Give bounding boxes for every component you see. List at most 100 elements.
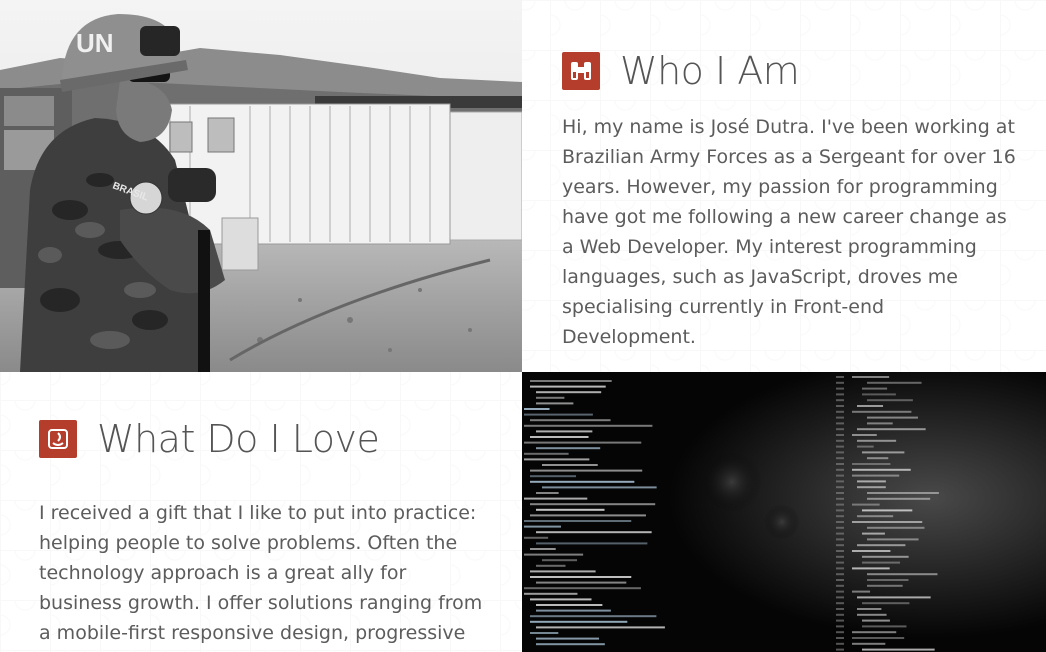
what-do-i-love-text: I received a gift that I like to put int…: [39, 502, 483, 644]
code-line-number: [836, 486, 844, 489]
code-line: [862, 532, 885, 535]
who-i-am-title: Who I Am: [620, 49, 800, 93]
code-line-number: [836, 428, 844, 431]
code-line: [862, 555, 909, 558]
profile-photo: UN BRASIL: [0, 0, 522, 372]
code-line: [536, 626, 665, 629]
code-line: [530, 480, 635, 483]
code-line: [536, 396, 565, 399]
code-line: [862, 619, 890, 622]
code-line-number: [836, 625, 844, 628]
code-line: [862, 387, 888, 390]
code-line-number: [836, 393, 844, 396]
code-line-number: [836, 439, 844, 442]
code-line: [852, 434, 877, 436]
code-screen-image: [522, 372, 1046, 652]
code-line: [524, 536, 549, 539]
code-line-number: [836, 387, 844, 390]
code-line: [524, 452, 569, 455]
code-line: [862, 625, 907, 628]
code-line-number: [836, 596, 844, 599]
code-line-number: [836, 515, 844, 518]
code-line: [536, 637, 600, 640]
code-line: [867, 399, 913, 402]
code-line: [867, 538, 919, 541]
code-line: [524, 520, 632, 522]
code-line: [857, 596, 931, 599]
code-line: [524, 587, 641, 590]
code-line: [524, 424, 653, 427]
code-line: [530, 514, 646, 517]
code-line-number: [836, 631, 844, 634]
code-line-number: [836, 497, 844, 500]
code-line: [536, 643, 605, 646]
code-line: [542, 486, 657, 489]
code-line: [524, 592, 578, 595]
code-line-number: [836, 550, 844, 552]
code-line: [536, 492, 559, 494]
code-line: [536, 564, 566, 567]
code-line: [530, 570, 596, 573]
code-line: [524, 408, 550, 410]
code-line-number: [836, 381, 844, 384]
code-line-number: [836, 468, 844, 471]
code-line-number: [836, 503, 844, 506]
about-grid: UN BRASIL Who I Am Hi, my name is José D…: [0, 0, 1046, 652]
code-line-number: [836, 608, 844, 610]
code-line: [862, 509, 913, 512]
code-line-number: [836, 451, 844, 454]
soldier-photo-illustration: UN BRASIL: [0, 0, 522, 372]
code-line: [536, 542, 648, 545]
code-line-number: [836, 463, 844, 465]
code-line: [857, 544, 906, 547]
code-line: [857, 428, 926, 431]
code-line-number: [836, 521, 844, 523]
code-line: [867, 492, 939, 494]
binoculars-icon: [562, 52, 600, 90]
code-line: [536, 531, 652, 534]
code-line-number: [836, 538, 844, 541]
code-line: [852, 642, 886, 645]
code-line: [857, 445, 874, 448]
code-line: [530, 620, 628, 623]
code-line-number: [836, 405, 844, 407]
code-line: [867, 497, 931, 500]
code-line: [852, 376, 890, 378]
code-line: [536, 609, 611, 612]
code-line: [867, 579, 909, 581]
code-line: [530, 615, 657, 618]
code-line: [530, 503, 656, 506]
code-line-number: [836, 492, 844, 494]
code-line: [536, 604, 603, 606]
code-line: [867, 381, 922, 384]
code-line: [857, 486, 886, 489]
code-line: [862, 602, 910, 605]
heart-face-icon: [39, 420, 77, 458]
code-line: [852, 410, 912, 413]
code-line: [857, 613, 887, 616]
code-line: [852, 503, 880, 506]
what-do-i-love-title: What Do I Love: [97, 417, 380, 461]
code-line-number: [836, 590, 844, 593]
what-do-i-love-header: What Do I Love: [39, 417, 380, 461]
code-line-number: [836, 445, 844, 448]
code-line-number: [836, 399, 844, 402]
code-line-number: [836, 434, 844, 436]
code-line: [530, 385, 606, 388]
code-line: [867, 416, 918, 419]
code-line-number: [836, 613, 844, 616]
who-i-am-section: Who I Am Hi, my name is José Dutra. I've…: [522, 0, 1046, 372]
code-line-number: [836, 480, 844, 483]
code-line-number: [836, 555, 844, 558]
code-line: [536, 581, 627, 584]
code-line-number: [836, 584, 844, 587]
code-line: [867, 457, 889, 460]
code-line-number: [836, 457, 844, 460]
code-line: [862, 561, 901, 564]
code-line: [852, 567, 890, 570]
code-line: [530, 576, 632, 578]
what-do-i-love-section: What Do I Love I received a gift that I …: [0, 372, 522, 652]
helmet-text: UN: [76, 28, 114, 58]
code-line: [852, 631, 897, 634]
code-line: [524, 525, 561, 528]
